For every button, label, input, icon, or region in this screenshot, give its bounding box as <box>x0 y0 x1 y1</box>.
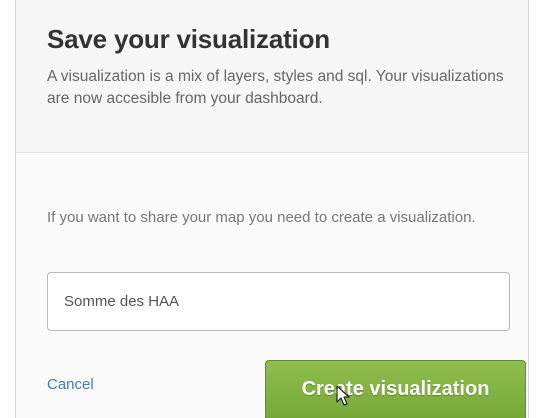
share-instructions: If you want to share your map you need t… <box>47 209 476 226</box>
save-visualization-dialog: Save your visualization A visualization … <box>15 0 529 418</box>
dialog-header: Save your visualization A visualization … <box>16 0 528 153</box>
create-visualization-button[interactable]: Create visualization <box>265 360 526 418</box>
dialog-subtitle: A visualization is a mix of layers, styl… <box>47 68 504 107</box>
cancel-link[interactable]: Cancel <box>47 376 94 393</box>
visualization-name-input[interactable] <box>47 272 510 331</box>
screenshot-frame: Save your visualization A visualization … <box>0 0 542 418</box>
mouse-pointer-icon <box>336 385 350 406</box>
dialog-title: Save your visualization <box>47 24 330 54</box>
